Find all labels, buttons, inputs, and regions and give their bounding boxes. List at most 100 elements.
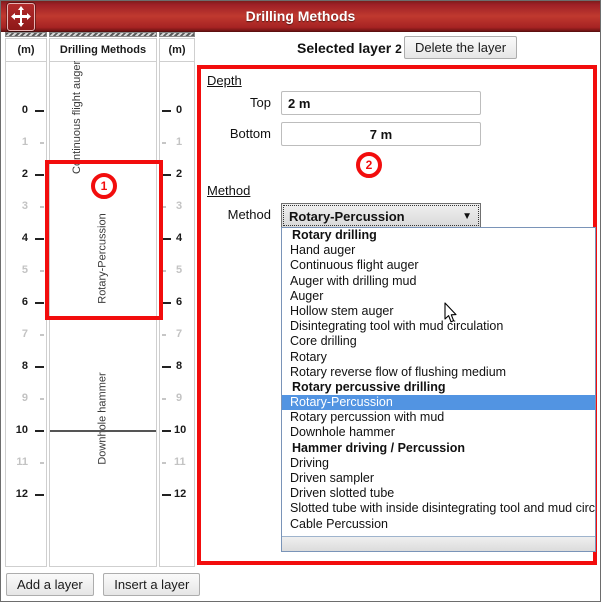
- left-scale-ticks: 0 1 2 3 4 5 6 7 8 9 10 11 12: [6, 62, 46, 566]
- method-option-1[interactable]: Hand auger: [282, 243, 595, 258]
- tick-mark-1: [40, 142, 44, 144]
- borehole-log-panel: (m) 0 1 2 3 4 5 6 7 8 9 10 11 12: [5, 32, 195, 567]
- tick-mark-right-8: [162, 366, 171, 368]
- tick-mark-right-1: [162, 142, 166, 144]
- method-option-9[interactable]: Rotary reverse flow of flushing medium: [282, 365, 595, 380]
- tick-mark-3: [40, 206, 44, 208]
- tick-label-1: 1: [22, 136, 28, 148]
- column-resize-grip-middle[interactable]: [49, 32, 157, 37]
- method-option-17[interactable]: Driven slotted tube: [282, 486, 595, 501]
- method-combobox-value: Rotary-Percussion: [289, 204, 405, 229]
- method-option-16[interactable]: Driven sampler: [282, 471, 595, 486]
- tick-label-right-5: 5: [176, 264, 182, 276]
- left-depth-scale-column: (m) 0 1 2 3 4 5 6 7 8 9 10 11 12: [5, 38, 47, 567]
- layer-label-downhole-hammer: Downhole hammer: [97, 369, 110, 469]
- tick-mark-right-0: [162, 110, 171, 112]
- method-option-0[interactable]: Rotary drilling: [282, 228, 595, 243]
- layer-editor-pane: Selected layer 2 Delete the layer Depth …: [197, 32, 597, 567]
- drilling-methods-header: Drilling Methods: [50, 39, 156, 62]
- tick-mark-5: [40, 270, 44, 272]
- tick-label-right-2: 2: [176, 168, 182, 180]
- method-option-list[interactable]: Rotary drillingHand augerContinuous flig…: [282, 228, 595, 532]
- chevron-down-icon: ▼: [462, 204, 472, 229]
- tick-mark-right-9: [162, 398, 166, 400]
- depth-group-label: Depth: [207, 73, 242, 88]
- tick-label-0: 0: [22, 104, 28, 116]
- tick-label-11: 11: [16, 456, 28, 468]
- tick-mark-4: [35, 238, 44, 240]
- layer-boundary-10m: [50, 430, 156, 432]
- method-option-2[interactable]: Continuous flight auger: [282, 258, 595, 273]
- top-field-label: Top: [211, 95, 271, 110]
- method-option-13[interactable]: Downhole hammer: [282, 425, 595, 440]
- dropdown-scroll-strip[interactable]: [282, 536, 595, 551]
- selected-layer-label: Selected layer 2: [297, 40, 402, 56]
- tick-label-right-1: 1: [176, 136, 182, 148]
- tick-label-12: 12: [16, 488, 28, 500]
- layer-action-bar: Add a layer Insert a layer: [6, 573, 205, 596]
- method-option-14[interactable]: Hammer driving / Percussion: [282, 441, 595, 456]
- window-titlebar: Drilling Methods: [1, 1, 600, 32]
- tick-mark-9: [40, 398, 44, 400]
- tick-label-9: 9: [22, 392, 28, 404]
- tick-label-right-8: 8: [176, 360, 182, 372]
- left-depth-scale-header: (m): [6, 39, 46, 62]
- right-depth-scale-header: (m): [160, 39, 194, 62]
- tick-mark-right-7: [162, 334, 166, 336]
- method-option-15[interactable]: Driving: [282, 456, 595, 471]
- tick-mark-right-11: [162, 462, 166, 464]
- top-depth-input[interactable]: 2 m: [281, 91, 481, 115]
- tick-label-5: 5: [22, 264, 28, 276]
- method-option-10[interactable]: Rotary percussive drilling: [282, 380, 595, 395]
- layer-properties-form: Depth Top 2 m Bottom 7 m 2 Method Method…: [197, 65, 597, 565]
- method-field-label: Method: [211, 207, 271, 222]
- method-option-3[interactable]: Auger with drilling mud: [282, 274, 595, 289]
- bottom-field-label: Bottom: [211, 126, 271, 141]
- bottom-depth-input[interactable]: 7 m: [281, 122, 481, 146]
- method-option-5[interactable]: Hollow stem auger: [282, 304, 595, 319]
- method-option-11[interactable]: Rotary-Percussion: [282, 395, 595, 410]
- window-title: Drilling Methods: [1, 1, 600, 31]
- tick-mark-0: [35, 110, 44, 112]
- method-option-12[interactable]: Rotary percussion with mud: [282, 410, 595, 425]
- tick-label-7: 7: [22, 328, 28, 340]
- method-option-4[interactable]: Auger: [282, 289, 595, 304]
- method-option-6[interactable]: Disintegrating tool with mud circulation: [282, 319, 595, 334]
- drilling-methods-window: Drilling Methods (m) 0 1 2 3 4 5 6 7 8 9…: [0, 0, 601, 602]
- delete-the-layer-button[interactable]: Delete the layer: [404, 36, 517, 59]
- right-scale-ticks: 0 1 2 3 4 5 6 7 8 9 10 11 12: [160, 62, 194, 566]
- tick-mark-right-12: [162, 494, 171, 496]
- column-resize-grip-left[interactable]: [5, 32, 47, 37]
- tick-label-8: 8: [22, 360, 28, 372]
- add-a-layer-button[interactable]: Add a layer: [6, 573, 94, 596]
- selected-layer-number: 2: [395, 42, 402, 56]
- tick-label-right-9: 9: [176, 392, 182, 404]
- tick-mark-11: [40, 462, 44, 464]
- callout-badge-2: 2: [356, 152, 382, 178]
- tick-label-right-3: 3: [176, 200, 182, 212]
- tick-label-right-10: 10: [174, 424, 186, 436]
- method-combobox[interactable]: Rotary-Percussion ▼: [281, 203, 481, 228]
- method-option-18[interactable]: Slotted tube with inside disintegrating …: [282, 501, 595, 516]
- method-dropdown-list[interactable]: Rotary drillingHand augerContinuous flig…: [281, 227, 596, 552]
- method-option-19[interactable]: Cable Percussion: [282, 517, 595, 532]
- callout-badge-1: 1: [91, 173, 117, 199]
- method-option-7[interactable]: Core drilling: [282, 334, 595, 349]
- tick-mark-10: [35, 430, 44, 432]
- tick-mark-right-10: [162, 430, 171, 432]
- tick-label-right-4: 4: [176, 232, 182, 244]
- tick-label-right-12: 12: [174, 488, 186, 500]
- tick-label-2: 2: [22, 168, 28, 180]
- tick-label-right-7: 7: [176, 328, 182, 340]
- selected-layer-text: Selected layer: [297, 40, 391, 56]
- insert-a-layer-button[interactable]: Insert a layer: [103, 573, 200, 596]
- tick-label-10: 10: [16, 424, 28, 436]
- tick-label-right-11: 11: [174, 456, 186, 468]
- selected-layer-header: Selected layer 2 Delete the layer: [197, 36, 597, 62]
- tick-mark-right-6: [162, 302, 171, 304]
- column-resize-grip-right[interactable]: [159, 32, 195, 37]
- tick-mark-8: [35, 366, 44, 368]
- method-group-label: Method: [207, 183, 250, 198]
- method-option-8[interactable]: Rotary: [282, 350, 595, 365]
- tick-label-right-6: 6: [176, 296, 182, 308]
